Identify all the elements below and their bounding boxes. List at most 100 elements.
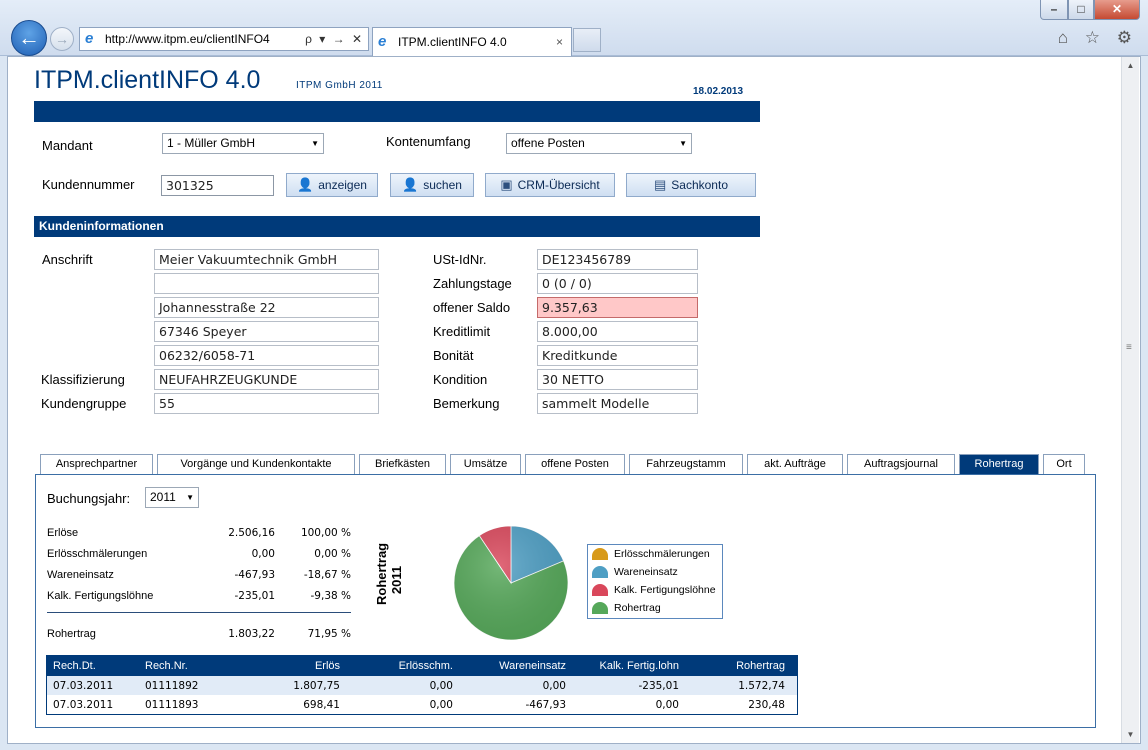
crm-icon: ▣ — [500, 177, 513, 192]
scroll-up-icon[interactable]: ▲ — [1122, 57, 1139, 74]
sachkonto-button[interactable]: ▤ Sachkonto — [626, 173, 756, 197]
table-cell: 230,48 — [748, 698, 785, 711]
user-icon: 👤 — [297, 177, 314, 192]
tab-ort[interactable]: Ort — [1043, 454, 1085, 474]
suchen-button[interactable]: 👤 suchen — [390, 173, 474, 197]
table-cell: 1.572,74 — [738, 679, 785, 692]
bonitaet-label: Bonität — [433, 348, 474, 363]
minimize-button[interactable]: – — [1040, 0, 1068, 20]
table-cell: 01111893 — [145, 698, 199, 711]
user-icon: 👤 — [402, 177, 419, 192]
kontenumfang-label: Kontenumfang — [386, 134, 471, 149]
sachkonto-label: Sachkonto — [671, 178, 728, 192]
rohertrag-pie-chart — [453, 525, 569, 641]
chart-title-line-1: Rohertrag — [374, 542, 389, 605]
table-row[interactable]: 07.03.2011 01111892 1.807,75 0,00 0,00 -… — [47, 676, 797, 695]
column-header[interactable]: Erlösschm. — [340, 660, 453, 672]
anschrift-label: Anschrift — [42, 252, 93, 267]
legend-swatch — [592, 602, 608, 614]
home-favorites-settings-icons[interactable]: ⌂ ☆ ⚙ — [1058, 28, 1138, 48]
summary-percent: 71,95 % — [307, 628, 351, 640]
summary-percent: -18,67 % — [303, 569, 351, 581]
browser-tab[interactable]: e ITPM.clientINFO 4.0 × — [372, 27, 572, 56]
bemerkung-field[interactable]: sammelt Modelle — [537, 393, 698, 414]
address-bar[interactable]: e http://www.itpm.eu/clientINFO4 ρ ▾ → ✕ — [79, 27, 369, 51]
summary-divider — [47, 612, 351, 613]
tab-akt-auftraege[interactable]: akt. Aufträge — [747, 454, 843, 474]
scroll-down-icon[interactable]: ▼ — [1122, 726, 1139, 743]
chart-legend: Erlösschmälerungen Wareneinsatz Kalk. Fe… — [587, 544, 723, 619]
address-phone[interactable]: 06232/6058-71 — [154, 345, 379, 366]
company-label: ITPM GmbH 2011 — [296, 80, 383, 91]
tab-offene-posten[interactable]: offene Posten — [525, 454, 625, 474]
summary-row: Erlöse 2.506,16 100,00 % — [47, 527, 357, 541]
kontenumfang-select[interactable]: offene Posten ▼ — [506, 133, 692, 154]
legend-item: Erlösschmälerungen — [592, 546, 710, 562]
maximize-button[interactable]: □ — [1068, 0, 1094, 20]
kundennummer-input[interactable]: 301325 — [161, 175, 274, 196]
summary-value: 1.803,22 — [228, 628, 275, 640]
address-url[interactable]: http://www.itpm.eu/clientINFO4 — [105, 32, 305, 46]
new-tab-button[interactable] — [573, 28, 601, 52]
close-tab-icon[interactable]: × — [556, 35, 571, 49]
internet-explorer-icon: e — [378, 33, 387, 50]
address-street[interactable]: Johannesstraße 22 — [154, 297, 379, 318]
legend-label: Kalk. Fertigungslöhne — [614, 584, 716, 596]
address-tools-icon[interactable]: ρ ▾ → ✕ — [305, 32, 368, 46]
scroll-thumb-grip-icon[interactable]: ≡ — [1126, 342, 1132, 353]
klassifizierung-label: Klassifizierung — [41, 372, 125, 387]
column-header[interactable]: Rohertrag — [679, 660, 791, 672]
column-header[interactable]: Rech.Dt. — [47, 660, 135, 672]
anzeigen-label: anzeigen — [318, 178, 367, 192]
crm-button[interactable]: ▣ CRM-Übersicht — [485, 173, 615, 197]
tab-auftragsjournal[interactable]: Auftragsjournal — [847, 454, 955, 474]
column-header[interactable]: Kalk. Fertig.lohn — [566, 660, 679, 672]
zahlungstage-field[interactable]: 0 (0 / 0) — [537, 273, 698, 294]
mandant-select[interactable]: 1 - Müller GmbH ▼ — [162, 133, 324, 154]
tab-fahrzeugstamm[interactable]: Fahrzeugstamm — [629, 454, 743, 474]
table-cell: 0,00 — [429, 679, 453, 692]
table-row[interactable]: 07.03.2011 01111893 698,41 0,00 -467,93 … — [47, 695, 797, 714]
kundengruppe-field[interactable]: 55 — [154, 393, 379, 414]
summary-name: Erlöse — [47, 527, 79, 539]
summary-row: Wareneinsatz -467,93 -18,67 % — [47, 569, 357, 583]
table-cell: 0,00 — [542, 679, 566, 692]
tab-vorgaenge[interactable]: Vorgänge und Kundenkontakte — [157, 454, 355, 474]
tab-umsaetze[interactable]: Umsätze — [450, 454, 521, 474]
invoice-table: Rech.Dt. Rech.Nr. Erlös Erlösschm. Waren… — [46, 655, 798, 715]
tab-rohertrag[interactable]: Rohertrag — [959, 454, 1039, 474]
saldo-field[interactable]: 9.357,63 — [537, 297, 698, 318]
chevron-down-icon: ▼ — [311, 139, 319, 148]
close-window-button[interactable]: ✕ — [1094, 0, 1140, 20]
tab-bar: Ansprechpartner Vorgänge und Kundenkonta… — [40, 454, 1089, 475]
ust-field[interactable]: DE123456789 — [537, 249, 698, 270]
summary-name: Rohertrag — [47, 628, 96, 640]
address-line-1[interactable]: Meier Vakuumtechnik GmbH — [154, 249, 379, 270]
forward-arrow-icon[interactable]: → — [50, 27, 74, 51]
chevron-down-icon: ▼ — [679, 139, 687, 148]
table-cell: -467,93 — [525, 698, 566, 711]
page-title: ITPM.clientINFO 4.0 — [34, 66, 261, 94]
address-city[interactable]: 67346 Speyer — [154, 321, 379, 342]
back-arrow-icon[interactable]: ← — [11, 20, 47, 56]
kundennummer-label: Kundennummer — [42, 177, 135, 192]
kundeninformationen-header: Kundeninformationen — [34, 216, 760, 237]
column-header[interactable]: Erlös — [223, 660, 340, 672]
kreditlimit-field[interactable]: 8.000,00 — [537, 321, 698, 342]
tab-ansprechpartner[interactable]: Ansprechpartner — [40, 454, 153, 474]
anzeigen-button[interactable]: 👤 anzeigen — [286, 173, 378, 197]
bemerkung-label: Bemerkung — [433, 396, 500, 411]
bonitaet-field[interactable]: Kreditkunde — [537, 345, 698, 366]
klassifizierung-field[interactable]: NEUFAHRZEUGKUNDE — [154, 369, 379, 390]
column-header[interactable]: Wareneinsatz — [453, 660, 566, 672]
kondition-field[interactable]: 30 NETTO — [537, 369, 698, 390]
kundengruppe-label: Kundengruppe — [41, 396, 127, 411]
vertical-scrollbar[interactable]: ▲ ≡ ▼ — [1121, 57, 1139, 743]
address-line-2[interactable] — [154, 273, 379, 294]
kondition-label: Kondition — [433, 372, 488, 387]
buchungsjahr-select[interactable]: 2011 ▼ — [145, 487, 199, 508]
column-header[interactable]: Rech.Nr. — [135, 660, 223, 672]
summary-percent: -9,38 % — [310, 590, 351, 602]
tab-briefkaesten[interactable]: Briefkästen — [359, 454, 446, 474]
browser-tab-title: ITPM.clientINFO 4.0 — [398, 35, 507, 49]
